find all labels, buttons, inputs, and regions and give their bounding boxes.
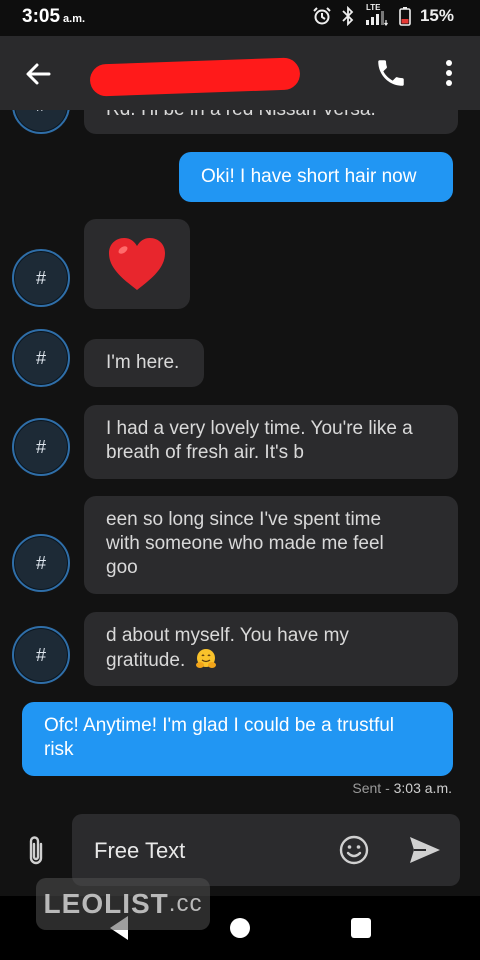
message-line: een so long since I've spent time — [106, 509, 382, 530]
message-input[interactable]: Free Text — [72, 814, 460, 886]
message-bubble-incoming[interactable]: Rd. I'll be in a red Nissan Versa. — [84, 110, 458, 134]
contact-avatar: # — [12, 626, 70, 684]
emoji-icon[interactable] — [338, 834, 370, 866]
status-icons: LTE 15% — [312, 3, 454, 26]
battery-icon — [399, 7, 411, 26]
avatar-label: # — [35, 644, 46, 665]
status-time-value: 3:05 — [22, 6, 61, 27]
contact-avatar: # — [12, 329, 70, 387]
alarm-icon — [313, 7, 331, 25]
message-bubble-incoming[interactable]: een so long since I've spent time with s… — [84, 496, 458, 594]
sent-status: Sent - 3:03 a.m. — [352, 780, 452, 796]
contact-avatar: # — [12, 110, 70, 134]
red-heart-icon — [109, 238, 165, 290]
watermark-tld: .cc — [168, 890, 203, 917]
avatar-label: # — [35, 552, 46, 573]
message-bubble-incoming[interactable]: I'm here. — [84, 339, 204, 387]
watermark-brand: LEOLIST — [43, 888, 169, 919]
message-line: breath of fresh air. It's b — [106, 442, 304, 463]
contact-name-redacted — [89, 57, 301, 97]
message-text: I'm here. — [106, 352, 180, 373]
back-arrow-icon[interactable] — [22, 58, 54, 90]
sent-status-label: Sent - — [352, 780, 394, 796]
nav-recents-icon[interactable] — [351, 918, 371, 938]
avatar-label: # — [35, 347, 46, 368]
sent-status-time: 3:03 a.m. — [393, 780, 452, 796]
avatar-label: # — [36, 110, 46, 116]
hugging-face-emoji-icon — [195, 649, 216, 668]
message-thread[interactable]: # Rd. I'll be in a red Nissan Versa. Oki… — [0, 110, 480, 812]
message-line: d about myself. You have my — [106, 625, 349, 646]
message-line: Ofc! Anytime! I'm glad I could be a trus… — [44, 715, 395, 736]
message-line: gratitude. — [106, 648, 436, 673]
message-text: Rd. I'll be in a red Nissan Versa. — [106, 110, 376, 120]
paperclip-icon[interactable] — [22, 834, 50, 868]
message-line: with someone who made me feel — [106, 533, 384, 554]
app-bar — [0, 36, 480, 110]
message-line: risk — [44, 739, 74, 760]
bluetooth-icon — [342, 6, 354, 26]
contact-avatar: # — [12, 249, 70, 307]
message-bubble-outgoing[interactable]: Ofc! Anytime! I'm glad I could be a trus… — [22, 702, 453, 776]
status-time: 3:05 a.m. — [22, 6, 85, 28]
status-bar: 3:05 a.m. LTE 15% — [0, 0, 480, 36]
signal-lte-icon: LTE — [364, 3, 390, 26]
contact-avatar: # — [12, 418, 70, 476]
phone-icon[interactable] — [374, 56, 408, 90]
message-bubble-incoming[interactable]: d about myself. You have my gratitude. — [84, 612, 458, 686]
avatar-label: # — [35, 267, 46, 288]
more-vert-icon[interactable] — [436, 56, 462, 90]
message-line: I had a very lovely time. You're like a — [106, 418, 413, 439]
message-text: Oki! I have short hair now — [201, 166, 417, 187]
message-bubble-emoji[interactable] — [84, 219, 190, 309]
message-line-text: gratitude. — [106, 650, 186, 671]
avatar-label: # — [35, 436, 46, 457]
nav-home-icon[interactable] — [230, 918, 250, 938]
contact-avatar: # — [12, 534, 70, 592]
message-bubble-outgoing[interactable]: Oki! I have short hair now — [179, 152, 453, 202]
status-time-ampm: a.m. — [63, 13, 86, 25]
send-icon[interactable] — [408, 834, 442, 866]
message-bubble-incoming[interactable]: I had a very lovely time. You're like a … — [84, 405, 458, 479]
message-line: goo — [106, 557, 138, 578]
message-input-placeholder: Free Text — [94, 838, 186, 863]
battery-percent: 15% — [419, 6, 454, 25]
leolist-watermark: LEOLIST .cc — [36, 878, 210, 930]
